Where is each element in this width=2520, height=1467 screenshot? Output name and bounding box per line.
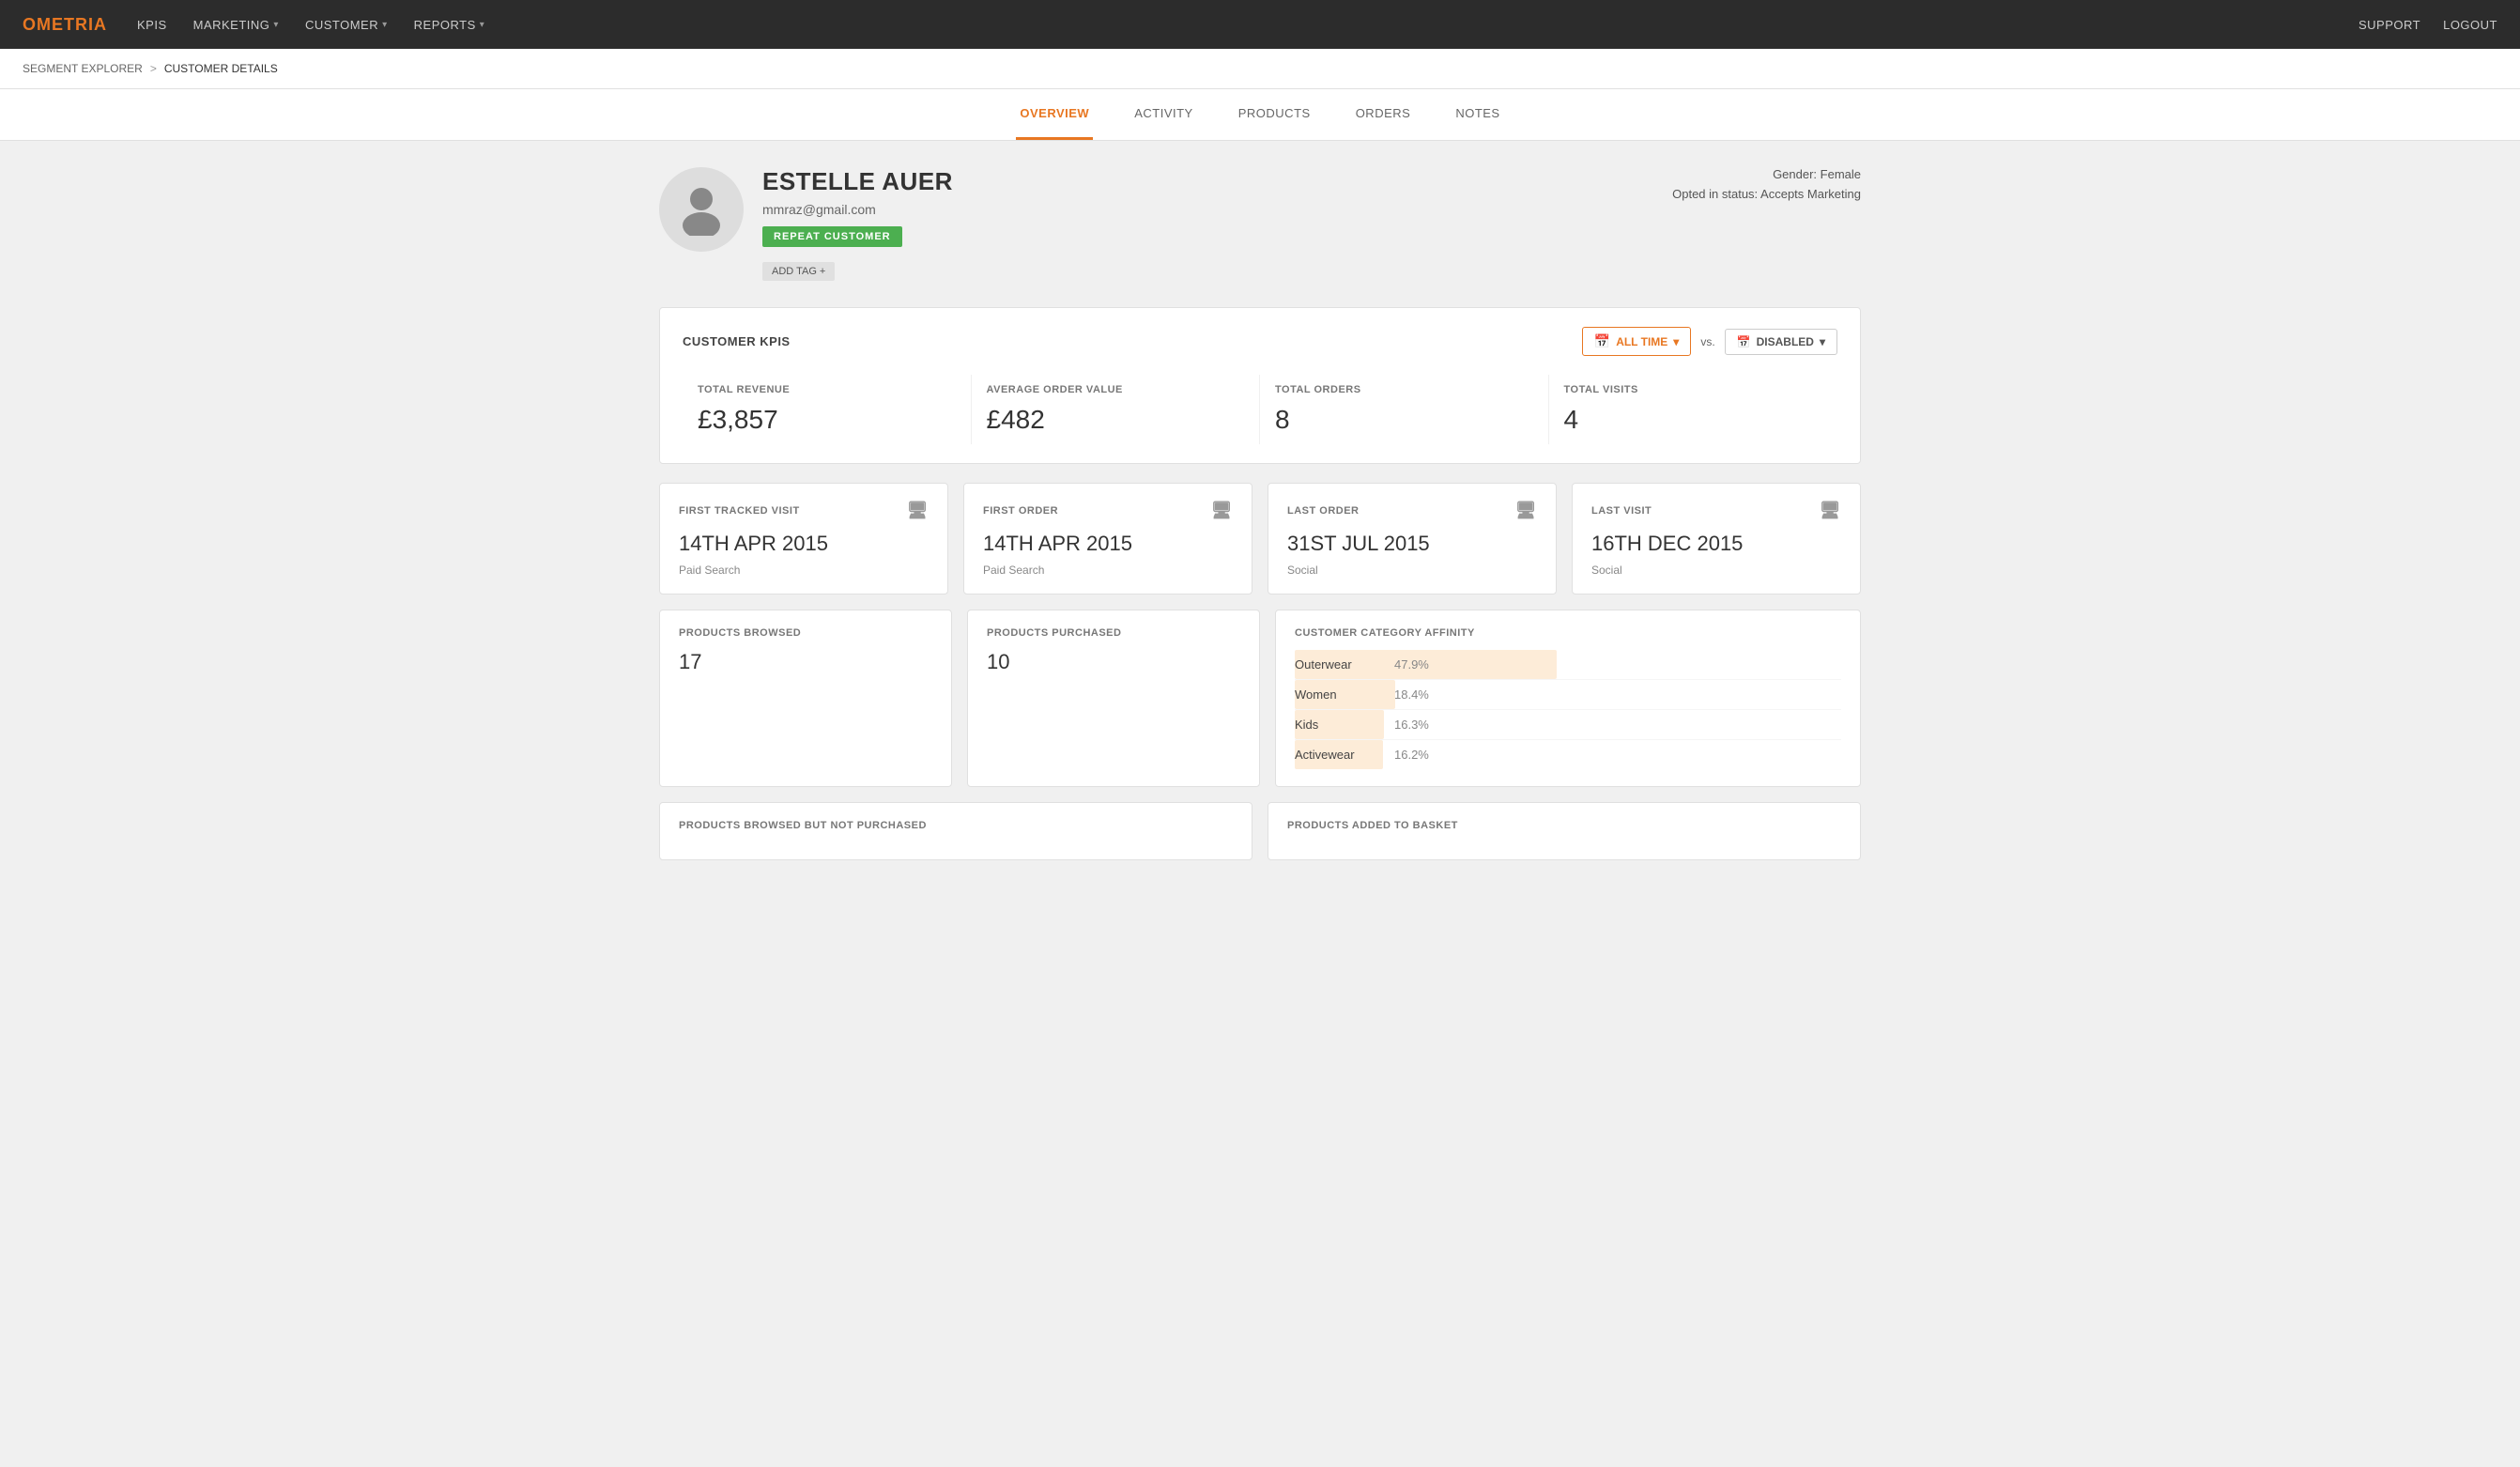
calendar-icon: 📅 [1594,333,1610,349]
affinity-category-label: Kids [1295,718,1389,732]
chevron-icon: ▾ [382,20,388,30]
nav-logout[interactable]: LOGOUT [2443,18,2497,32]
bottom-row: PRODUCTS BROWSED BUT NOT PURCHASED PRODU… [659,802,1861,860]
kpi-metrics: TOTAL REVENUE £3,857 AVERAGE ORDER VALUE… [683,375,1837,444]
products-purchased-label: PRODUCTS PURCHASED [987,627,1121,639]
first-order-value: 14TH APR 2015 [983,532,1233,556]
last-visit-value: 16TH DEC 2015 [1591,532,1841,556]
breadcrumb: SEGMENT EXPLORER > CUSTOMER DETAILS [0,49,2520,89]
first-tracked-visit-value: 14TH APR 2015 [679,532,929,556]
tab-products[interactable]: PRODUCTS [1235,89,1314,140]
monitor-icon-4: 🖥 [1820,501,1841,520]
customer-opted-in: Opted in status: Accepts Marketing [1672,187,1861,201]
monitor-icon-3: 🖥 [1515,501,1537,520]
customer-gender: Gender: Female [1672,167,1861,181]
kpi-section: CUSTOMER KPIS 📅 ALL TIME ▾ vs. 📅 DISABLE… [659,307,1861,464]
nav-right: SUPPORT LOGOUT [2359,18,2497,32]
logo[interactable]: OMETRIA [23,15,107,35]
products-purchased-card: PRODUCTS PURCHASED 10 [967,610,1260,787]
first-order-sub: Paid Search [983,564,1233,577]
nav-support[interactable]: SUPPORT [2359,18,2420,32]
monitor-icon: 🖥 [907,501,929,520]
affinity-row: Activewear 16.2% [1295,740,1841,769]
products-added-to-basket-card: PRODUCTS ADDED TO BASKET [1268,802,1861,860]
products-row: PRODUCTS BROWSED 17 PRODUCTS PURCHASED 1… [659,610,1861,787]
customer-header: ESTELLE AUER mmraz@gmail.com REPEAT CUST… [659,167,1861,281]
tab-bar: OVERVIEW ACTIVITY PRODUCTS ORDERS NOTES [0,89,2520,141]
products-browsed-card: PRODUCTS BROWSED 17 [659,610,952,787]
breadcrumb-separator: > [150,62,157,75]
kpi-controls: 📅 ALL TIME ▾ vs. 📅 DISABLED ▾ [1582,327,1837,356]
nav-item-reports[interactable]: REPORTS ▾ [414,18,485,32]
last-order-sub: Social [1287,564,1537,577]
nav-items: KPIS MARKETING ▾ CUSTOMER ▾ REPORTS ▾ [137,18,2359,32]
first-tracked-visit-sub: Paid Search [679,564,929,577]
all-time-button[interactable]: 📅 ALL TIME ▾ [1582,327,1692,356]
kpi-title: CUSTOMER KPIS [683,334,791,348]
tab-notes[interactable]: NOTES [1452,89,1503,140]
chevron-down-icon: ▾ [1673,335,1679,348]
affinity-pct: 16.3% [1394,718,1429,732]
visit-cards: FIRST TRACKED VISIT 🖥 14TH APR 2015 Paid… [659,483,1861,595]
affinity-row: Outerwear 47.9% [1295,650,1841,680]
kpi-total-orders: TOTAL ORDERS 8 [1260,375,1549,444]
products-purchased-value: 10 [987,650,1240,674]
affinity-pct: 18.4% [1394,687,1429,702]
kpi-total-revenue: TOTAL REVENUE £3,857 [683,375,972,444]
products-added-to-basket-label: PRODUCTS ADDED TO BASKET [1287,820,1458,831]
tab-activity[interactable]: ACTIVITY [1130,89,1197,140]
nav-item-marketing[interactable]: MARKETING ▾ [193,18,279,32]
breadcrumb-current: CUSTOMER DETAILS [164,62,278,75]
first-tracked-visit-label: FIRST TRACKED VISIT [679,505,800,517]
kpi-avg-order-value: AVERAGE ORDER VALUE £482 [972,375,1261,444]
affinity-pct: 47.9% [1394,657,1429,672]
person-icon [678,184,725,236]
first-tracked-visit-card: FIRST TRACKED VISIT 🖥 14TH APR 2015 Paid… [659,483,948,595]
customer-info: ESTELLE AUER mmraz@gmail.com REPEAT CUST… [762,167,1653,281]
affinity-pct: 16.2% [1394,748,1429,762]
chevron-down-icon-gray: ▾ [1820,335,1825,348]
affinity-row: Women 18.4% [1295,680,1841,710]
affinity-card: CUSTOMER CATEGORY AFFINITY Outerwear 47.9… [1275,610,1861,787]
calendar-icon-gray: 📅 [1737,335,1751,348]
main-content: ESTELLE AUER mmraz@gmail.com REPEAT CUST… [603,141,1917,887]
disabled-button[interactable]: 📅 DISABLED ▾ [1725,329,1837,355]
last-visit-sub: Social [1591,564,1841,577]
affinity-category-label: Activewear [1295,748,1389,762]
kpi-header: CUSTOMER KPIS 📅 ALL TIME ▾ vs. 📅 DISABLE… [683,327,1837,356]
affinity-title: CUSTOMER CATEGORY AFFINITY [1295,627,1475,639]
first-order-label: FIRST ORDER [983,505,1058,517]
customer-name: ESTELLE AUER [762,167,1653,196]
last-order-value: 31ST JUL 2015 [1287,532,1537,556]
affinity-row: Kids 16.3% [1295,710,1841,740]
last-order-card: LAST ORDER 🖥 31ST JUL 2015 Social [1268,483,1557,595]
add-tag-button[interactable]: ADD TAG + [762,262,835,281]
monitor-icon-2: 🖥 [1211,501,1233,520]
nav-item-kpis[interactable]: KPIS [137,18,167,32]
affinity-rows: Outerwear 47.9% Women 18.4% Kids 16.3% Activew… [1295,650,1841,769]
nav-item-customer[interactable]: CUSTOMER ▾ [305,18,388,32]
breadcrumb-parent[interactable]: SEGMENT EXPLORER [23,62,143,75]
affinity-category-label: Outerwear [1295,657,1389,672]
last-visit-card: LAST VISIT 🖥 16TH DEC 2015 Social [1572,483,1861,595]
last-order-label: LAST ORDER [1287,505,1360,517]
repeat-customer-badge: REPEAT CUSTOMER [762,226,902,247]
kpi-total-visits: TOTAL VISITS 4 [1549,375,1838,444]
first-order-card: FIRST ORDER 🖥 14TH APR 2015 Paid Search [963,483,1252,595]
products-browsed-label: PRODUCTS BROWSED [679,627,801,639]
affinity-category-label: Women [1295,687,1389,702]
last-visit-label: LAST VISIT [1591,505,1652,517]
customer-email: mmraz@gmail.com [762,202,1653,217]
vs-label: vs. [1700,335,1714,348]
chevron-icon: ▾ [273,20,279,30]
chevron-icon: ▾ [480,20,485,30]
avatar [659,167,744,252]
tab-overview[interactable]: OVERVIEW [1016,89,1093,140]
products-browsed-value: 17 [679,650,932,674]
customer-meta: Gender: Female Opted in status: Accepts … [1672,167,1861,207]
products-browsed-not-purchased-card: PRODUCTS BROWSED BUT NOT PURCHASED [659,802,1252,860]
tab-orders[interactable]: ORDERS [1352,89,1415,140]
top-nav: OMETRIA KPIS MARKETING ▾ CUSTOMER ▾ REPO… [0,0,2520,49]
products-browsed-not-purchased-label: PRODUCTS BROWSED BUT NOT PURCHASED [679,820,927,831]
